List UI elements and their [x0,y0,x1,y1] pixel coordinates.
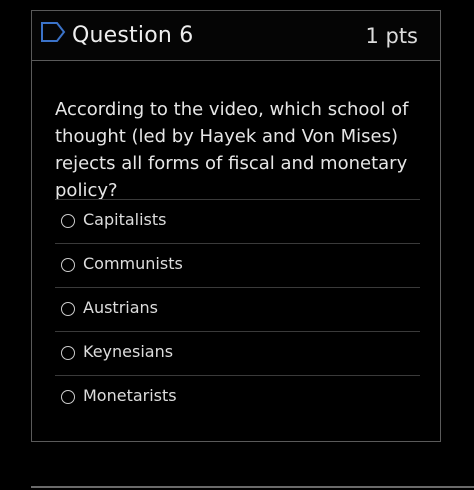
flag-icon[interactable] [40,20,66,44]
answer-label: Keynesians [83,342,174,361]
answer-option-capitalists[interactable]: Capitalists [55,200,420,244]
question-card: Question 6 1 pts According to the video,… [31,10,441,442]
answer-list: Capitalists Communists Austrians Keynesi… [55,199,420,420]
answer-option-austrians[interactable]: Austrians [55,288,420,332]
answer-option-communists[interactable]: Communists [55,244,420,288]
radio-button[interactable] [61,302,75,316]
answer-label: Austrians [83,298,158,317]
bottom-divider [31,486,474,488]
question-title: Question 6 [72,23,194,48]
question-text: According to the video, which school of … [55,99,409,201]
answer-label: Capitalists [83,210,167,229]
radio-button[interactable] [61,346,75,360]
answer-option-keynesians[interactable]: Keynesians [55,332,420,376]
answer-label: Monetarists [83,386,177,405]
answer-option-monetarists[interactable]: Monetarists [55,376,420,420]
radio-button[interactable] [61,214,75,228]
question-points: 1 pts [365,24,418,48]
answer-label: Communists [83,254,183,273]
question-header: Question 6 1 pts [32,11,440,61]
radio-button[interactable] [61,390,75,404]
radio-button[interactable] [61,258,75,272]
